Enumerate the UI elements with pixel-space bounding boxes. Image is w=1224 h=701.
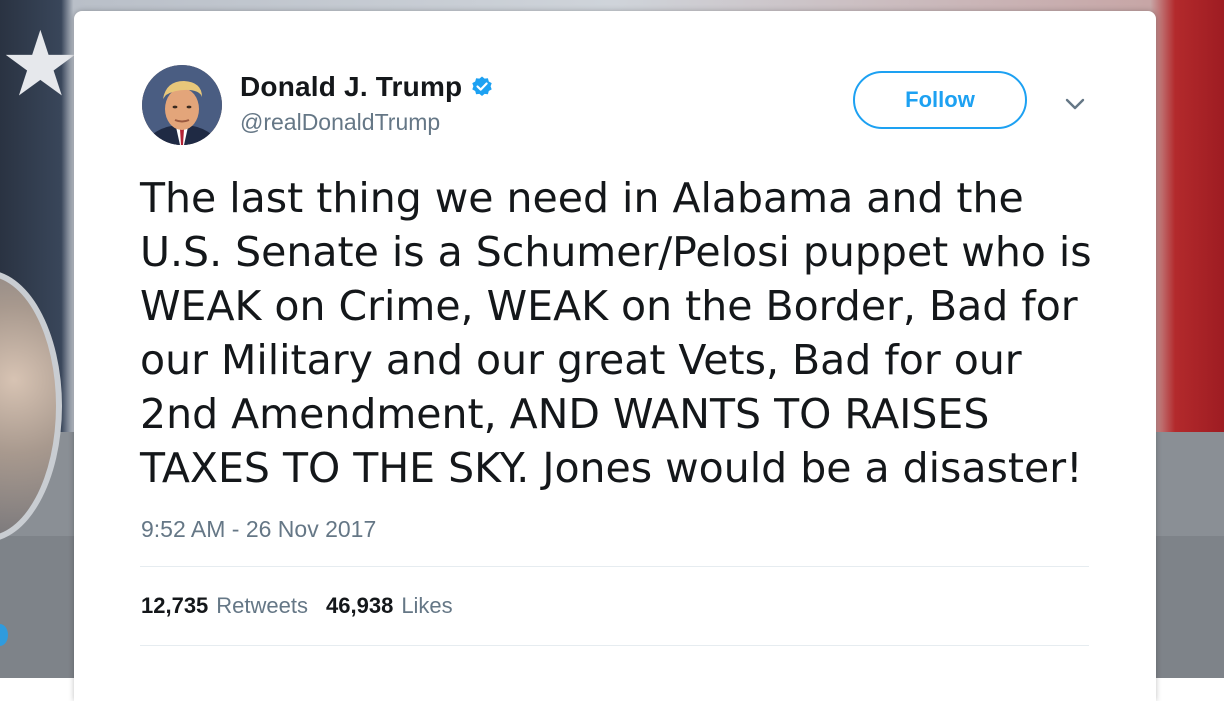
- divider: [140, 566, 1089, 567]
- chevron-down-icon[interactable]: [1062, 91, 1088, 117]
- avatar[interactable]: [142, 65, 222, 145]
- retweets-label: Retweets: [216, 593, 309, 618]
- likes-count: 46,938: [326, 593, 394, 618]
- author-handle[interactable]: @realDonaldTrump: [240, 109, 440, 136]
- tweet-stats: 12,735 Retweets 46,938 Likes: [141, 593, 471, 619]
- star-decoration: ★: [0, 15, 81, 115]
- likes-stat[interactable]: 46,938 Likes: [326, 593, 453, 619]
- tweet-card: Donald J. Trump @realDonaldTrump Follow …: [74, 11, 1156, 701]
- author-name-row: Donald J. Trump: [240, 71, 494, 103]
- profile-photo-icon: [142, 65, 222, 145]
- tweet-timestamp[interactable]: 9:52 AM - 26 Nov 2017: [141, 516, 376, 543]
- author-display-name[interactable]: Donald J. Trump: [240, 71, 462, 103]
- verified-badge-icon: [472, 76, 493, 96]
- retweets-count: 12,735: [141, 593, 209, 618]
- divider: [140, 645, 1089, 646]
- tweet-text: The last thing we need in Alabama and th…: [140, 174, 1092, 492]
- follow-button[interactable]: Follow: [853, 71, 1027, 129]
- likes-label: Likes: [401, 593, 453, 618]
- retweets-stat[interactable]: 12,735 Retweets: [141, 593, 308, 619]
